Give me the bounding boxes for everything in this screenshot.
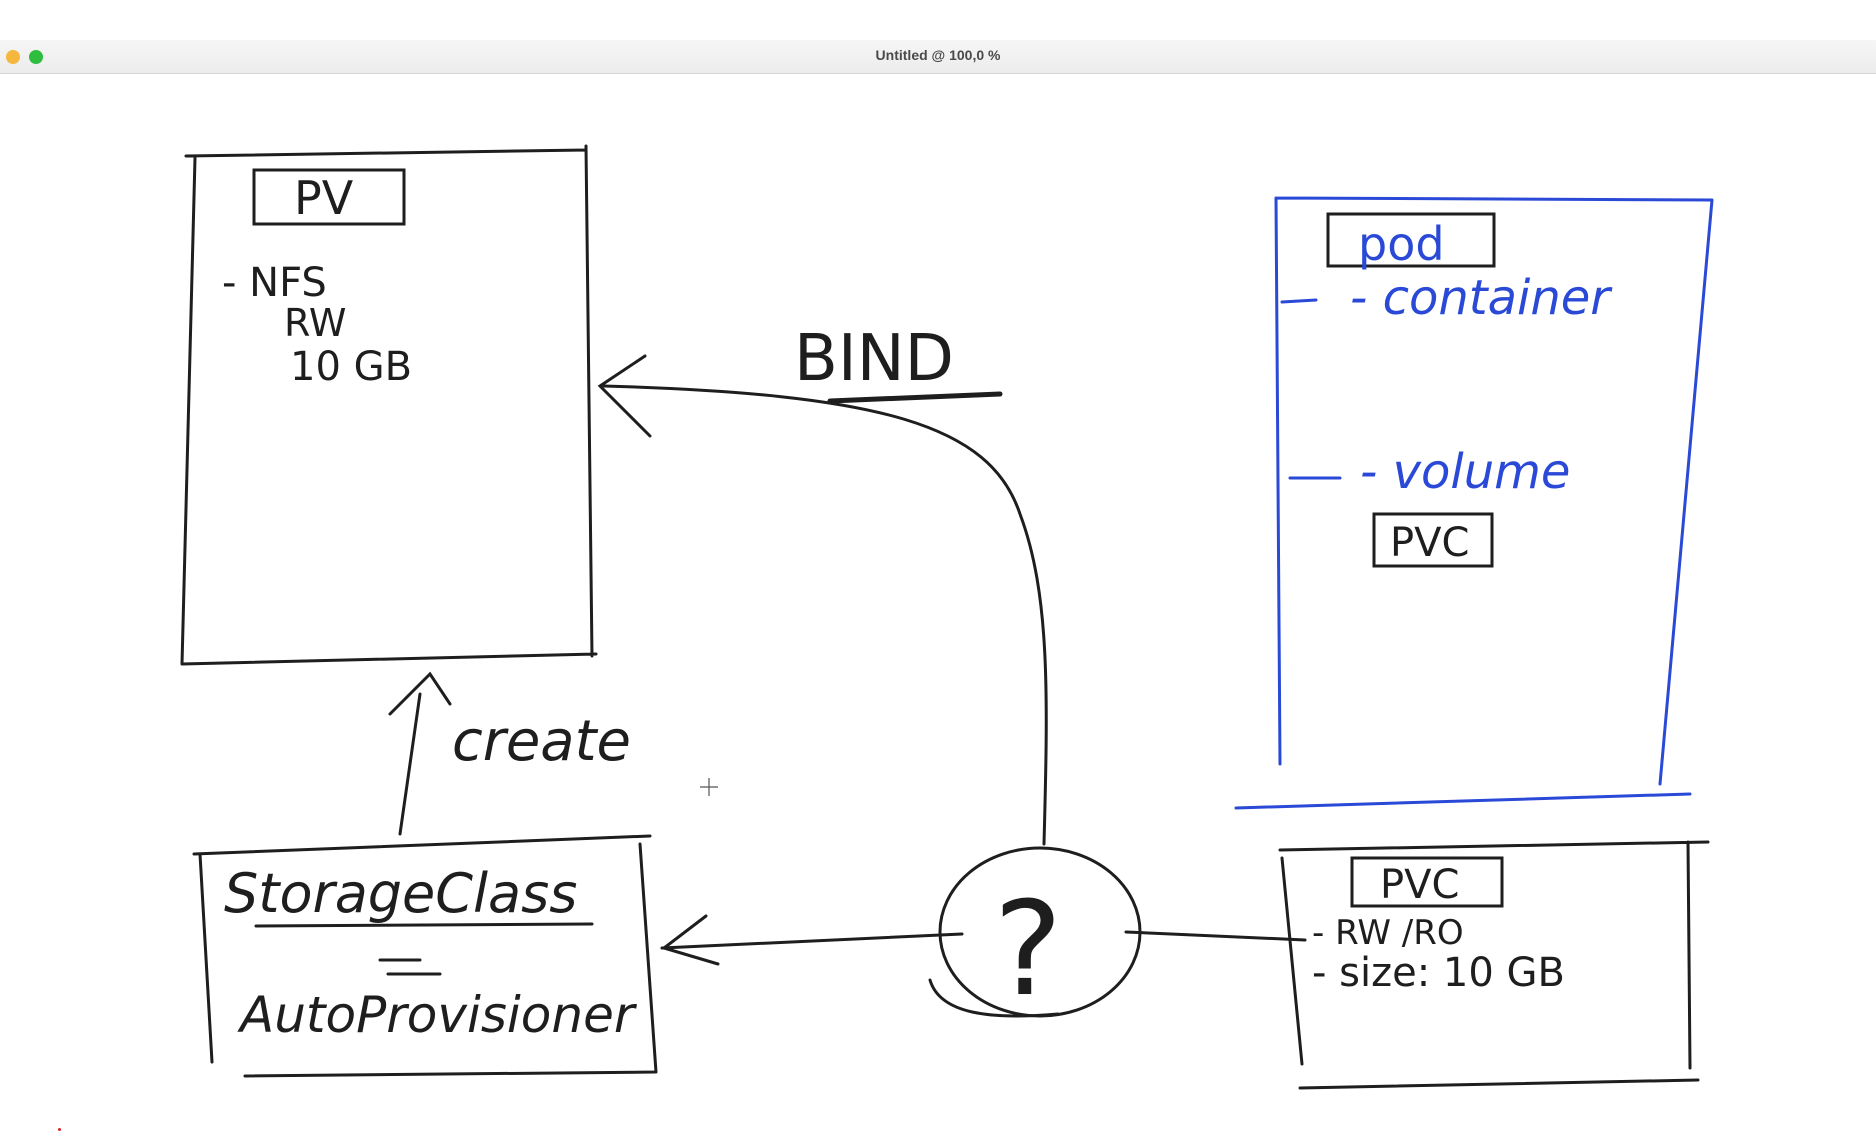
drawing-canvas[interactable]: PV - NFS RW 10 GB BIND create StorageCla… — [0, 74, 1876, 1140]
window-title: Untitled @ 100,0 % — [875, 47, 1001, 63]
bind-label: BIND — [794, 322, 954, 396]
pvc-line-size: - size: 10 GB — [1312, 950, 1565, 996]
pv-line-rw: RW — [284, 301, 346, 345]
pvc-link-line — [1124, 930, 1307, 942]
storage-class-equals — [378, 958, 442, 976]
bind-arrow-head — [597, 354, 652, 438]
pv-title: PV — [294, 171, 354, 225]
create-label: create — [452, 709, 631, 774]
provision-arrow-head — [660, 914, 720, 966]
question-mark: ? — [994, 873, 1063, 1025]
storage-class-subtitle: AutoProvisioner — [237, 986, 638, 1044]
pod-volume-label: - volume — [1360, 444, 1570, 500]
storage-class-title: StorageClass — [224, 862, 577, 925]
pod-container-dash — [1280, 298, 1318, 304]
create-arrow — [398, 692, 422, 836]
pvc-title: PVC — [1380, 862, 1459, 908]
provision-arrow — [660, 932, 964, 950]
whiteboard-drawing: PV - NFS RW 10 GB BIND create StorageCla… — [180, 144, 1714, 1090]
pod-title: pod — [1358, 217, 1445, 271]
crosshair-cursor-icon — [700, 778, 718, 796]
bind-arrow — [602, 384, 1048, 846]
pod-container-label: - container — [1350, 270, 1613, 326]
red-dot-marker — [58, 1128, 61, 1131]
pod-pvc-tag: PVC — [1390, 520, 1469, 566]
window-titlebar: Untitled @ 100,0 % — [0, 40, 1876, 74]
pv-line-nfs: - NFS — [222, 260, 327, 306]
pv-line-size: 10 GB — [290, 344, 412, 390]
pvc-line-access: - RW /RO — [1312, 913, 1464, 953]
